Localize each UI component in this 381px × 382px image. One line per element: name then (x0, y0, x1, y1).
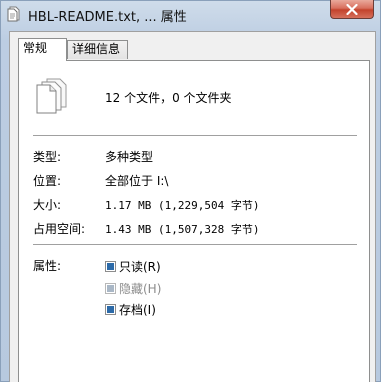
hidden-label: 隐藏(H) (119, 282, 162, 296)
checkbox-box[interactable] (105, 304, 116, 315)
file-properties-icon (7, 6, 20, 22)
attributes-label: 属性: (33, 259, 62, 273)
tab-details[interactable]: 详细信息 (67, 40, 128, 59)
properties-window: HBL-README.txt, ... 属性 常规 详细信息 12 个文件，0 … (0, 0, 381, 382)
window-title: HBL-README.txt, ... 属性 (28, 10, 187, 25)
checkbox-box[interactable] (105, 261, 116, 272)
checkbox-box (105, 283, 116, 294)
selection-summary: 12 个文件，0 个文件夹 (105, 91, 232, 105)
hidden-checkbox: 隐藏(H) (105, 280, 162, 296)
read-only-label: 只读(R) (119, 260, 161, 274)
title-bar[interactable]: HBL-README.txt, ... 属性 (1, 0, 380, 31)
location-value: 全部位于 I:\ (105, 174, 169, 188)
size-on-disk-label: 占用空间: (33, 222, 86, 236)
location-label: 位置: (33, 174, 62, 188)
type-value: 多种类型 (105, 150, 154, 164)
close-button[interactable] (330, 0, 374, 19)
close-icon (346, 4, 358, 15)
size-on-disk-value: 1.43 MB (1,507,328 字节) (105, 223, 260, 236)
size-label: 大小: (33, 198, 62, 212)
size-value: 1.17 MB (1,229,504 字节) (105, 199, 260, 212)
archive-label: 存档(I) (119, 303, 156, 317)
multiple-files-icon (36, 78, 67, 114)
archive-checkbox[interactable]: 存档(I) (105, 301, 156, 317)
tab-general[interactable]: 常规 (18, 38, 67, 61)
dialog-client: 常规 详细信息 12 个文件，0 个文件夹 类型: 多种类型 位置: 全部位于 … (9, 31, 376, 382)
general-panel: 12 个文件，0 个文件夹 类型: 多种类型 位置: 全部位于 I:\ 大小: … (18, 60, 370, 382)
read-only-checkbox[interactable]: 只读(R) (105, 258, 161, 274)
type-label: 类型: (33, 150, 62, 164)
separator (33, 135, 357, 137)
separator (33, 244, 357, 246)
